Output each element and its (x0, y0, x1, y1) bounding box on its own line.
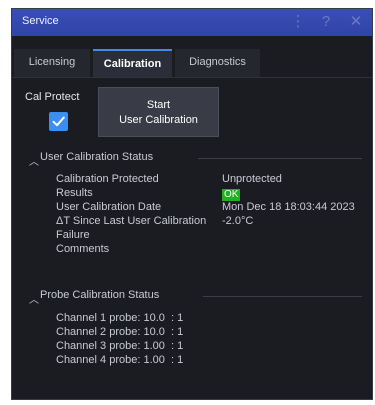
menu-icon[interactable]: ⋮ (287, 12, 309, 32)
user-cal-status-header[interactable]: User Calibration Status (40, 151, 153, 163)
row-value: -2.0°C (222, 215, 254, 227)
chevron-up-icon[interactable]: ︿ (29, 153, 39, 168)
title-bar[interactable]: Service ⋮ ? ✕ (12, 9, 372, 36)
tab-bar: Licensing Calibration Diagnostics (12, 49, 372, 78)
start-button-line1: Start (146, 99, 171, 111)
row-label: Calibration Protected (56, 173, 159, 185)
probe-line: Channel 1 probe: 10.0 : 1 (56, 312, 184, 324)
chevron-up-icon[interactable]: ︿ (29, 291, 39, 306)
row-label: Results (56, 187, 93, 199)
row-label: Failure (56, 229, 90, 241)
cal-protect-checkbox[interactable] (49, 112, 68, 131)
probe-cal-status-header[interactable]: Probe Calibration Status (40, 289, 159, 301)
close-icon[interactable]: ✕ (345, 12, 367, 32)
tab-diagnostics[interactable]: Diagnostics (175, 49, 260, 77)
section-divider (203, 296, 362, 297)
section-divider (198, 158, 362, 159)
checkmark-icon (52, 116, 65, 127)
row-value: Mon Dec 18 18:03:44 2023 (222, 201, 355, 213)
start-button-line2: User Calibration (119, 114, 198, 126)
row-label: Comments (56, 243, 110, 255)
start-user-calibration-button[interactable]: Start User Calibration (98, 87, 219, 137)
probe-line: Channel 3 probe: 1.00 : 1 (56, 340, 184, 352)
window-title: Service (22, 15, 59, 27)
row-label: User Calibration Date (56, 201, 162, 213)
service-window: Service ⋮ ? ✕ Licensing Calibration Diag… (11, 8, 373, 400)
results-status-badge: OK (222, 189, 241, 201)
probe-line: Channel 4 probe: 1.00 : 1 (56, 354, 184, 366)
tab-licensing[interactable]: Licensing (14, 49, 90, 77)
cal-protect-label: Cal Protect (25, 91, 80, 103)
help-icon[interactable]: ? (315, 12, 337, 32)
row-label: ΔT Since Last User Calibration (56, 215, 207, 227)
tab-calibration[interactable]: Calibration (93, 49, 172, 77)
row-value: Unprotected (222, 173, 282, 185)
probe-line: Channel 2 probe: 10.0 : 1 (56, 326, 184, 338)
